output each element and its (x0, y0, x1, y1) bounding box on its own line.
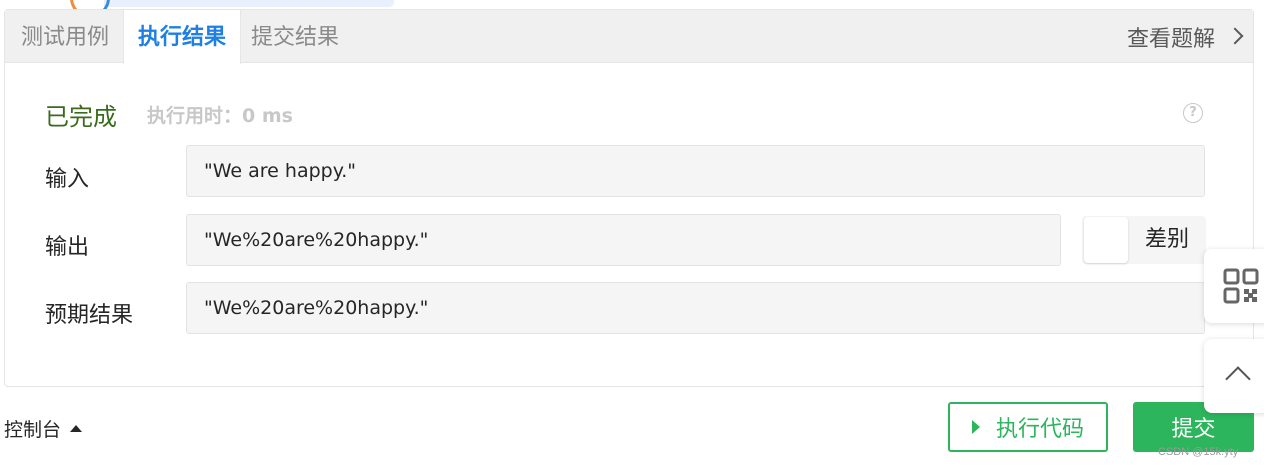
console-label: 控制台 (4, 419, 62, 441)
tab-test-cases[interactable]: 测试用例 (7, 10, 123, 63)
run-code-button[interactable]: 执行代码 (948, 402, 1108, 452)
output-value-box: "We%20are%20happy." (186, 214, 1061, 266)
runtime-text: 执行用时：0 ms (147, 104, 293, 127)
console-toggle[interactable]: 控制台 (4, 415, 83, 442)
input-value-box: "We are happy." (186, 145, 1205, 197)
status-text: 已完成 (45, 102, 117, 131)
chevron-right-icon (1226, 27, 1244, 44)
diff-toggle-knob (1084, 217, 1128, 263)
help-circle-icon[interactable]: ? (1183, 103, 1203, 123)
top-editor-tab-strip (104, 0, 394, 7)
qr-code-button[interactable] (1204, 249, 1264, 323)
input-label: 输入 (45, 167, 90, 192)
caret-up-icon (70, 425, 83, 432)
status-row: 已完成 执行用时：0 ms (45, 96, 293, 132)
play-icon (971, 420, 980, 434)
view-solution-link[interactable]: 查看题解 (1126, 10, 1244, 63)
output-label: 输出 (45, 235, 90, 260)
back-to-top-button[interactable] (1204, 339, 1264, 413)
qr-code-icon (1223, 268, 1259, 304)
expected-label: 预期结果 (45, 303, 134, 328)
view-solution-label: 查看题解 (1126, 26, 1215, 52)
result-tabbar: 测试用例 执行结果 提交结果 查看题解 (5, 10, 1253, 64)
watermark: CSDN @15k.yty (1158, 446, 1239, 458)
tab-submit-result[interactable]: 提交结果 (237, 10, 353, 63)
back-to-top-icon (1225, 366, 1251, 392)
run-code-label: 执行代码 (995, 417, 1084, 442)
diff-toggle-label: 差别 (1145, 227, 1190, 252)
tab-run-result[interactable]: 执行结果 (123, 10, 242, 64)
expected-value-box: "We%20are%20happy." (186, 282, 1205, 334)
diff-toggle[interactable]: 差别 (1082, 216, 1206, 264)
